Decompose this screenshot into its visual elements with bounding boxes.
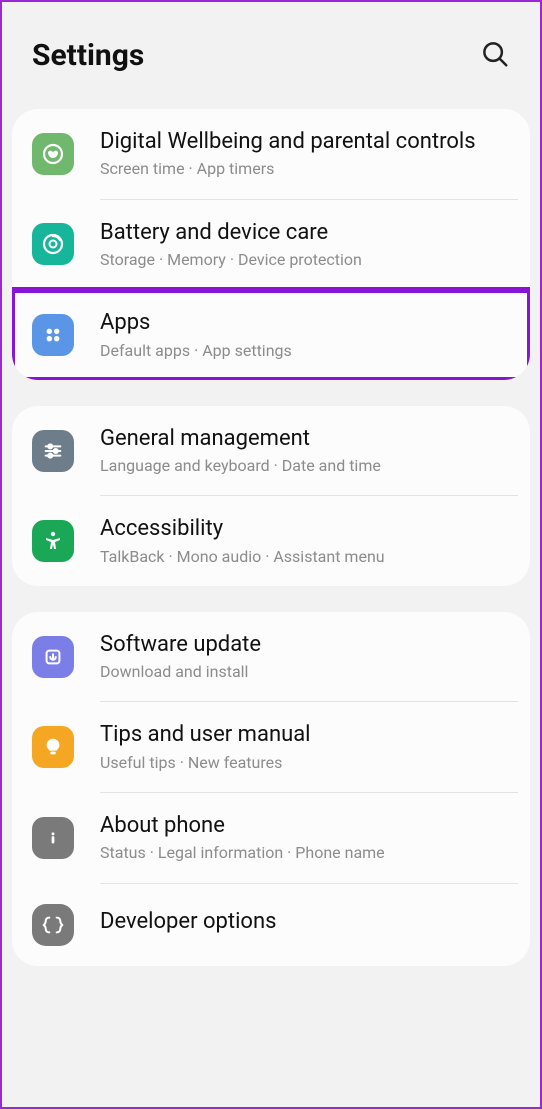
item-subtitle: Storage · Memory · Device protection [100,250,510,269]
settings-item-apps[interactable]: Apps Default apps · App settings [12,290,530,380]
page-title: Settings [32,38,144,73]
item-subtitle: Download and install [100,662,510,681]
settings-item-tips[interactable]: Tips and user manual Useful tips · New f… [12,702,530,792]
item-body: General management Language and keyboard… [100,426,510,476]
header: Settings [2,2,540,109]
item-body: Digital Wellbeing and parental controls … [100,129,510,179]
item-title: Apps [100,310,510,336]
item-body: Battery and device care Storage · Memory… [100,220,510,270]
settings-group: General management Language and keyboard… [12,406,530,586]
item-subtitle: Status · Legal information · Phone name [100,843,510,862]
item-subtitle: Default apps · App settings [100,341,510,360]
settings-group: Digital Wellbeing and parental controls … [12,109,530,380]
apps-icon [32,314,74,356]
item-body: Apps Default apps · App settings [100,310,510,360]
item-body: Developer options [100,909,510,939]
item-title: General management [100,426,510,452]
item-subtitle: Screen time · App timers [100,159,510,178]
settings-item-software-update[interactable]: Software update Download and install [12,612,530,702]
item-body: Software update Download and install [100,632,510,682]
item-title: Battery and device care [100,220,510,246]
wellbeing-icon [32,133,74,175]
tips-icon [32,726,74,768]
search-icon[interactable] [480,39,510,73]
battery-care-icon [32,223,74,265]
item-subtitle: Useful tips · New features [100,753,510,772]
software-update-icon [32,636,74,678]
settings-item-accessibility[interactable]: Accessibility TalkBack · Mono audio · As… [12,496,530,586]
settings-item-wellbeing[interactable]: Digital Wellbeing and parental controls … [12,109,530,199]
item-body: Tips and user manual Useful tips · New f… [100,722,510,772]
item-subtitle: Language and keyboard · Date and time [100,456,510,475]
settings-item-about-phone[interactable]: About phone Status · Legal information ·… [12,793,530,883]
settings-item-battery[interactable]: Battery and device care Storage · Memory… [12,200,530,290]
item-title: Tips and user manual [100,722,510,748]
item-title: Software update [100,632,510,658]
about-phone-icon [32,817,74,859]
settings-group: Software update Download and install Tip… [12,612,530,966]
item-title: Accessibility [100,516,510,542]
item-title: Developer options [100,909,510,935]
accessibility-icon [32,520,74,562]
item-body: About phone Status · Legal information ·… [100,813,510,863]
settings-item-developer-options[interactable]: Developer options [12,884,530,966]
item-title: About phone [100,813,510,839]
settings-screen: Settings Digital Wellbeing and parental … [0,0,542,1109]
item-subtitle: TalkBack · Mono audio · Assistant menu [100,547,510,566]
settings-item-general[interactable]: General management Language and keyboard… [12,406,530,496]
developer-options-icon [32,904,74,946]
item-body: Accessibility TalkBack · Mono audio · As… [100,516,510,566]
item-title: Digital Wellbeing and parental controls [100,129,510,155]
general-management-icon [32,430,74,472]
